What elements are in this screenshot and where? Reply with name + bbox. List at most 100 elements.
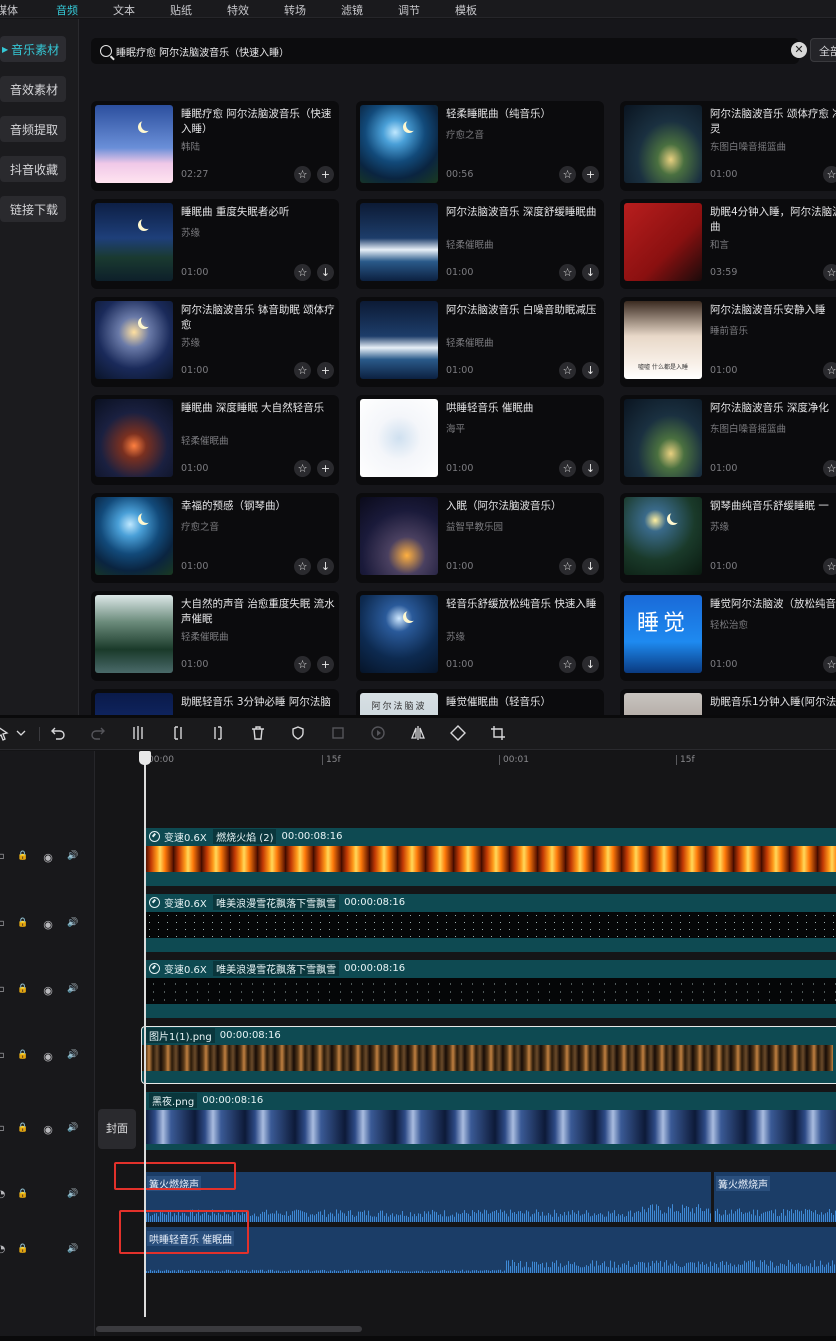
play-reverse-icon[interactable] bbox=[369, 724, 387, 742]
music-card[interactable]: 幸福的预感（钢琴曲） 疗愈之音 01:00 ☆ ↓ bbox=[91, 493, 339, 583]
shield-icon[interactable] bbox=[289, 724, 307, 742]
music-card[interactable]: 睡眠曲 重度失眠者必听 苏缘 01:00 ☆ ↓ bbox=[91, 199, 339, 289]
sidebar-item-douyin-favorites[interactable]: 抖音收藏 bbox=[0, 156, 66, 182]
music-card[interactable]: 阿尔法脑波音乐 深度净化东图白噪音摇篮曲01:00☆+ bbox=[620, 395, 836, 485]
favorite-star-icon[interactable]: ☆ bbox=[559, 166, 576, 183]
cover-button[interactable]: 封面 bbox=[98, 1109, 136, 1149]
tab-media[interactable]: 媒体 bbox=[0, 2, 18, 18]
tab-stickers[interactable]: 贴纸 bbox=[170, 2, 192, 18]
eye-icon[interactable]: ◉ bbox=[41, 1050, 55, 1063]
rotate-icon[interactable] bbox=[449, 724, 467, 742]
sidebar-item-audio-extract[interactable]: 音频提取 bbox=[0, 116, 66, 142]
music-card[interactable]: 助眠轻音乐 3分钟必睡 阿尔法脑 bbox=[91, 689, 339, 715]
favorite-star-icon[interactable]: ☆ bbox=[559, 460, 576, 477]
favorite-star-icon[interactable]: ☆ bbox=[823, 362, 836, 379]
music-card[interactable]: 阿尔法脑波音乐 深度舒缓睡眠曲 轻柔催眠曲 01:00 ☆ ↓ bbox=[356, 199, 604, 289]
audio-clip-campfire-2[interactable]: 篝火燃烧声 bbox=[714, 1172, 836, 1222]
lock-icon[interactable]: 🔒 bbox=[16, 984, 30, 994]
favorite-star-icon[interactable]: ☆ bbox=[823, 558, 836, 575]
favorite-star-icon[interactable]: ☆ bbox=[294, 264, 311, 281]
time-ruler[interactable]: 00:00 15f 00:01 15f bbox=[95, 751, 836, 773]
download-icon[interactable]: ↓ bbox=[582, 558, 599, 575]
music-card[interactable]: 阿尔法脑波 睡觉催眠曲（轻音乐） bbox=[356, 689, 604, 715]
delete-icon[interactable] bbox=[249, 724, 267, 742]
sidebar-item-link-download[interactable]: 链接下载 bbox=[0, 196, 66, 222]
track-toggle-icon[interactable]: ▫ bbox=[0, 1050, 8, 1061]
download-icon[interactable]: ↓ bbox=[582, 264, 599, 281]
download-icon[interactable]: ↓ bbox=[582, 362, 599, 379]
freeze-icon[interactable] bbox=[329, 724, 347, 742]
eye-icon[interactable]: ◉ bbox=[41, 851, 55, 864]
music-card[interactable]: 轻音乐舒缓放松纯音乐 快速入睡 苏缘 01:00 ☆ ↓ bbox=[356, 591, 604, 681]
favorite-star-icon[interactable]: ☆ bbox=[559, 362, 576, 379]
favorite-star-icon[interactable]: ☆ bbox=[294, 166, 311, 183]
tab-transitions[interactable]: 转场 bbox=[284, 2, 306, 18]
video-clip-fire[interactable]: 变速0.6X 燃烧火焰 (2) 00:00:08:16 bbox=[145, 828, 836, 886]
volume-icon[interactable]: 🔊 bbox=[66, 1123, 80, 1133]
volume-icon[interactable]: 🔊 bbox=[66, 851, 80, 861]
image-clip-night[interactable]: 黑夜.png 00:00:08:16 bbox=[145, 1092, 836, 1150]
playhead-handle[interactable] bbox=[139, 751, 151, 765]
music-card[interactable]: 助眠音乐1分钟入睡(阿尔法 bbox=[620, 689, 836, 715]
favorite-star-icon[interactable]: ☆ bbox=[823, 166, 836, 183]
mirror-icon[interactable] bbox=[409, 724, 427, 742]
volume-icon[interactable]: 🔊 bbox=[66, 1050, 80, 1060]
split-icon[interactable] bbox=[129, 724, 147, 742]
music-card[interactable]: 助眠4分钟入睡，阿尔法脑波 眠曲和言03:59☆↓ bbox=[620, 199, 836, 289]
favorite-star-icon[interactable]: ☆ bbox=[559, 558, 576, 575]
lock-icon[interactable]: 🔒 bbox=[16, 918, 30, 928]
playhead[interactable] bbox=[144, 753, 146, 1317]
eye-icon[interactable]: ◉ bbox=[41, 918, 55, 931]
image-clip-picture[interactable]: 图片1(1).png 00:00:08:16 bbox=[141, 1026, 836, 1084]
tab-adjust[interactable]: 调节 bbox=[398, 2, 420, 18]
volume-icon[interactable]: 🔊 bbox=[66, 918, 80, 928]
track-toggle-icon[interactable]: ▫ bbox=[0, 851, 8, 862]
lock-icon[interactable]: 🔒 bbox=[16, 851, 30, 861]
favorite-star-icon[interactable]: ☆ bbox=[294, 656, 311, 673]
timeline-scrollbar[interactable] bbox=[96, 1326, 362, 1332]
volume-icon[interactable]: 🔊 bbox=[66, 984, 80, 994]
crop-icon[interactable] bbox=[489, 724, 507, 742]
music-card[interactable]: 钢琴曲纯音乐舒缓睡眠 一苏缘01:00☆↓ bbox=[620, 493, 836, 583]
download-icon[interactable]: ↓ bbox=[317, 264, 334, 281]
eye-icon[interactable]: ◉ bbox=[41, 984, 55, 997]
add-icon[interactable]: + bbox=[317, 166, 334, 183]
favorite-star-icon[interactable]: ☆ bbox=[294, 460, 311, 477]
search-input[interactable] bbox=[116, 45, 776, 57]
download-icon[interactable]: ↓ bbox=[317, 558, 334, 575]
music-card[interactable]: 哄睡轻音乐 催眠曲 海平 01:00 ☆ ↓ bbox=[356, 395, 604, 485]
music-card[interactable]: 阿尔法脑波音乐 白噪音助眠减压 轻柔催眠曲 01:00 ☆ ↓ bbox=[356, 297, 604, 387]
track-toggle-icon[interactable]: ▫ bbox=[0, 918, 8, 929]
sidebar-item-music[interactable]: ▶ 音乐素材 bbox=[0, 36, 66, 62]
eye-icon[interactable]: ◉ bbox=[41, 1123, 55, 1136]
add-icon[interactable]: + bbox=[317, 460, 334, 477]
lock-icon[interactable]: 🔒 bbox=[16, 1244, 30, 1254]
tab-audio[interactable]: 音频 bbox=[56, 2, 78, 18]
tab-effects[interactable]: 特效 bbox=[227, 2, 249, 18]
download-icon[interactable]: ↓ bbox=[582, 656, 599, 673]
audio-track-icon[interactable]: ◔ bbox=[0, 1189, 8, 1200]
split-left-icon[interactable] bbox=[169, 724, 187, 742]
music-card[interactable]: 大自然的声音 治愈重度失眠 流水声催眠 轻柔催眠曲 01:00 ☆ + bbox=[91, 591, 339, 681]
tab-filters[interactable]: 滤镜 bbox=[341, 2, 363, 18]
filter-all-button[interactable]: 全部 bbox=[810, 38, 836, 62]
music-card[interactable]: 阿尔法脑波音乐 颂体疗愈 净化心灵东图白噪音摇篮曲01:00☆+ bbox=[620, 101, 836, 191]
clear-search-icon[interactable]: ✕ bbox=[791, 42, 807, 58]
audio-track-icon[interactable]: ◔ bbox=[0, 1244, 8, 1255]
music-card[interactable]: 嘘嘘 什么都是入睡阿尔法脑波音乐安静入睡睡前音乐01:00☆↓ bbox=[620, 297, 836, 387]
download-icon[interactable]: ↓ bbox=[582, 460, 599, 477]
volume-icon[interactable]: 🔊 bbox=[66, 1189, 80, 1199]
redo-icon[interactable] bbox=[89, 724, 107, 742]
favorite-star-icon[interactable]: ☆ bbox=[559, 656, 576, 673]
volume-icon[interactable]: 🔊 bbox=[66, 1244, 80, 1254]
favorite-star-icon[interactable]: ☆ bbox=[823, 264, 836, 281]
split-right-icon[interactable] bbox=[209, 724, 227, 742]
add-icon[interactable]: + bbox=[317, 362, 334, 379]
favorite-star-icon[interactable]: ☆ bbox=[294, 558, 311, 575]
undo-icon[interactable] bbox=[49, 724, 67, 742]
video-clip-snow-1[interactable]: 变速0.6X 唯美浪漫雪花飘落下雪飘雪 00:00:08:16 bbox=[145, 894, 836, 952]
video-clip-snow-2[interactable]: 变速0.6X 唯美浪漫雪花飘落下雪飘雪 00:00:08:16 bbox=[145, 960, 836, 1018]
lock-icon[interactable]: 🔒 bbox=[16, 1050, 30, 1060]
tab-templates[interactable]: 模板 bbox=[455, 2, 477, 18]
music-card[interactable]: 轻柔睡眠曲（纯音乐） 疗愈之音 00:56 ☆ + bbox=[356, 101, 604, 191]
